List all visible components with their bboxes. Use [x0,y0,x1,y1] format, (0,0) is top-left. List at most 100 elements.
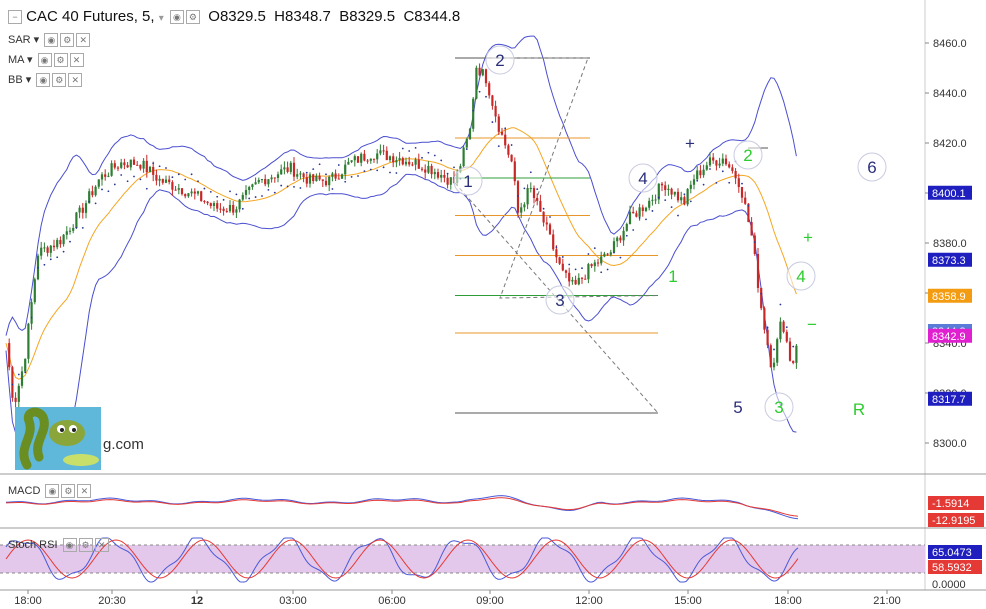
sar-dot [94,202,97,205]
candle-body [712,157,715,161]
candle-body [433,172,436,175]
candle-body [72,227,75,231]
sar-dot [222,198,225,201]
gear-icon[interactable]: ⚙ [78,538,93,552]
close-icon[interactable]: ✕ [69,53,84,68]
candle-body [248,187,251,191]
candle-body [596,262,600,264]
eye-icon[interactable]: ◉ [36,73,51,88]
close-icon[interactable]: ✕ [76,33,91,48]
gear-icon[interactable]: ⚙ [185,10,200,25]
sar-dot [504,127,507,130]
sar-dot [689,200,692,203]
wave-label: 4 [638,169,647,188]
sar-dot [587,253,590,255]
macd-line [5,495,799,520]
sar-dot [363,170,366,173]
candle-body [388,156,392,161]
gear-icon[interactable]: ⚙ [61,484,76,498]
candle-body [232,204,235,213]
candle-body [68,230,72,232]
gear-icon[interactable]: ⚙ [52,73,67,88]
candle-body [59,239,62,245]
candle-body [740,187,744,198]
chart-canvas[interactable]: 8300.08320.08340.08360.08380.08400.08420… [0,0,986,609]
indicator-macd[interactable]: MACD ◉ ⚙ ✕ [8,484,92,498]
candle-body [654,199,657,201]
gear-icon[interactable]: ⚙ [53,53,68,68]
sar-dot [305,171,308,174]
candle-body [760,287,763,309]
candle-body [356,156,360,163]
candle-body [776,339,779,363]
candle-body [603,253,606,257]
y-tick-label: 8300.0 [933,438,967,450]
candle-body [155,174,158,181]
candle-body [43,247,46,249]
sar-dot [600,271,603,274]
symbol-title[interactable]: CAC 40 Futures, 5, [26,8,154,25]
candle-body [782,321,785,332]
candle-body [158,178,161,181]
indicator-sar[interactable]: SAR ▾ ◉ ⚙ ✕ [8,33,91,48]
candle-body [280,169,283,175]
close-icon[interactable]: ✕ [68,73,83,88]
candle-body [107,175,110,177]
candle-body [644,207,648,211]
sar-dot [280,184,283,187]
candle-body [212,203,216,206]
candle-body [65,231,68,235]
candle-body [350,160,353,162]
candle-body [408,161,411,165]
sar-dot [88,200,91,203]
candle-body [561,263,564,271]
candle-body [379,150,382,154]
candle-body [753,235,756,254]
stoch-band [0,545,925,573]
candle-body [587,264,590,280]
sar-dot [152,162,155,165]
candle-body [276,174,280,178]
eye-icon[interactable]: ◉ [44,33,59,48]
candle-body [622,230,625,241]
close-icon[interactable]: ✕ [94,538,109,552]
sar-dot [241,207,244,210]
eye-icon[interactable]: ◉ [45,484,60,498]
candle-body [667,188,670,191]
eye-icon[interactable]: ◉ [37,53,52,68]
candle-body [56,239,59,248]
gear-icon[interactable]: ⚙ [60,33,75,48]
candle-body [94,186,97,196]
indicator-stoch-rsi[interactable]: Stoch RSI ◉ ⚙ ✕ [8,538,109,552]
candle-body [17,385,20,402]
sar-dot [139,178,142,181]
candle-body [516,181,520,213]
candle-body [676,191,680,201]
indicator-bb[interactable]: BB ▾ ◉ ⚙ ✕ [8,73,83,88]
eye-icon[interactable]: ◉ [169,10,184,25]
candle-body [635,213,638,217]
sar-dot [427,151,430,154]
candle-body [8,343,11,368]
sar-dot [376,169,379,172]
eye-icon[interactable]: ◉ [62,538,77,552]
candle-body [334,173,337,179]
close-icon[interactable]: ✕ [77,484,92,498]
candle-body [680,197,683,201]
candle-body [705,165,708,170]
candle-body [446,177,449,185]
sar-dot [350,175,353,178]
candle-body [475,67,478,99]
candle-body [542,211,545,223]
chevron-down-icon[interactable]: ▾ [159,13,164,24]
candle-body [219,208,222,210]
sar-dot [574,268,577,271]
candle-body [171,182,174,190]
candle-body [580,277,584,279]
sar-dot [171,176,174,179]
wave-label: 3 [555,291,564,310]
collapse-icon[interactable]: − [8,10,22,25]
candle-body [30,302,33,324]
candle-body [660,183,664,186]
indicator-ma[interactable]: MA ▾ ◉ ⚙ ✕ [8,53,84,68]
